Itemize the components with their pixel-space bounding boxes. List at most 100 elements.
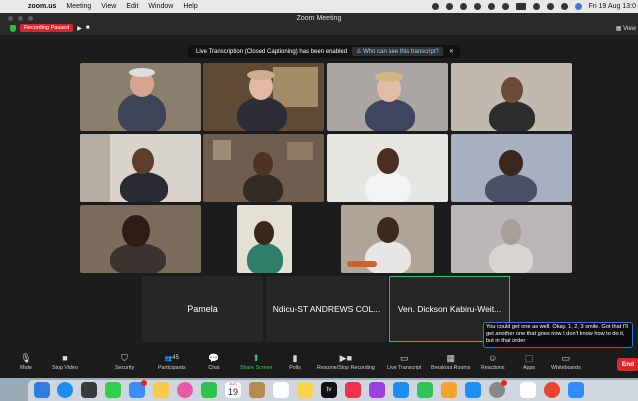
pages-icon[interactable] [441,382,457,398]
video-tile[interactable] [451,134,572,202]
menu-meeting[interactable]: Meeting [66,3,91,10]
messages-icon[interactable] [105,382,121,398]
polls-button[interactable]: ▮ Polls [289,353,301,372]
notification-badge [501,380,507,386]
bluetooth-icon[interactable] [501,3,509,10]
chrome-icon[interactable] [544,382,560,398]
menu-app-name[interactable]: zoom.us [28,3,56,10]
view-button-label: View [623,26,636,32]
apps-icon: ⬚ [524,352,534,363]
video-tile[interactable] [451,205,572,273]
numbers-icon[interactable] [417,382,433,398]
apps-button[interactable]: ⬚ Apps [523,352,535,372]
mail-icon[interactable] [129,380,147,398]
video-tile[interactable] [80,205,201,273]
search-icon[interactable] [546,3,554,10]
participant-name-tile[interactable]: Ndicu-ST ANDREWS COL... [266,276,387,342]
cc-icon: ▭ [399,352,409,363]
video-tile[interactable] [203,63,324,131]
sync-icon[interactable] [487,3,495,10]
participant-name: Ven. Dickson Kabiru-Weit... [397,304,502,314]
security-shield-icon: ⛉ [121,352,128,363]
calendar-icon[interactable]: AUG 19 [225,382,241,398]
siri-icon[interactable] [574,3,582,10]
live-transcript-button[interactable]: ▭ Live Transcript [387,352,422,372]
share-status-icon[interactable] [445,3,453,10]
meeting-toolbar: 🎙 Mute ■ Stop Video ⛉ Security 👥 45 Participa… [0,351,638,378]
reminders-icon[interactable] [273,382,289,398]
grid-icon: ▦ [446,352,455,363]
reactions-button[interactable]: ☺ Reactions [481,353,505,371]
whiteboards-label: Whiteboards [551,365,581,371]
maps-icon[interactable] [153,382,169,398]
video-tile[interactable] [341,205,434,273]
share-screen-label: Share Screen [240,365,273,371]
who-can-see-label: Who can see this transcript? [363,49,439,55]
notes-icon[interactable] [297,382,313,398]
vpn-icon[interactable] [473,3,481,10]
chat-bubble-icon: 💬 [208,352,220,363]
tv-app-icon[interactable]: tv [321,382,337,398]
close-banner-icon[interactable]: ✕ [449,48,454,55]
security-label: Security [115,365,135,371]
podcasts-icon[interactable] [369,382,385,398]
video-tile[interactable] [451,63,572,131]
menubar-clock[interactable]: Fri 19 Aug 13:0 [589,3,636,10]
launchpad-icon[interactable] [81,382,97,398]
puzzle-icon[interactable] [459,3,467,10]
menu-view[interactable]: View [101,3,116,10]
whiteboard-icon: ▭ [561,352,571,363]
end-meeting-button[interactable]: End [617,358,638,371]
mute-button[interactable]: 🎙 Mute [20,353,32,372]
acrobat-icon[interactable] [520,382,536,398]
video-tile[interactable] [80,63,201,131]
menu-window[interactable]: Window [148,3,173,10]
wifi-icon[interactable] [532,3,540,10]
live-transcript-label: Live Transcript [387,365,422,371]
whiteboards-button[interactable]: ▭ Whiteboards [551,352,581,372]
video-tile[interactable] [237,205,292,273]
app-store-icon[interactable] [465,382,481,398]
facetime-icon[interactable] [201,382,217,398]
keynote-icon[interactable] [393,382,409,398]
zoom-app-icon[interactable] [568,382,584,398]
share-screen-button[interactable]: ⬆ Share Screen [240,353,273,372]
transcription-message: Live Transcription (Closed Captioning) h… [196,48,348,55]
video-tile[interactable] [327,63,448,131]
view-button[interactable]: ▦ View [616,25,636,32]
zoom-status-icon[interactable] [431,3,439,10]
trash-icon[interactable] [600,382,616,398]
participants-button[interactable]: 👥 45 Participants [158,353,186,371]
menu-edit[interactable]: Edit [126,3,138,10]
video-tile[interactable] [203,134,324,202]
battery-icon[interactable] [515,3,526,10]
resume-stop-recording-button[interactable]: ▶■ Resume/Stop Recording [317,352,375,372]
system-preferences-icon[interactable] [489,380,507,398]
tv-label: tv [326,387,332,393]
finder-icon[interactable] [34,382,50,398]
music-icon[interactable] [345,382,361,398]
chat-button[interactable]: 💬 Chat [208,352,220,372]
stop-recording-button[interactable]: ■ [86,25,90,31]
grid-icon: ▦ [615,26,624,32]
notification-badge [141,380,147,386]
breakout-rooms-button[interactable]: ▦ Breakout Rooms [431,352,470,372]
participant-name-tile[interactable]: Pamela [142,276,263,342]
photos-icon[interactable] [177,382,193,398]
mute-label: Mute [20,365,32,371]
participant-name: Ndicu-ST ANDREWS COL... [272,304,381,314]
video-tile[interactable] [327,134,448,202]
safari-icon[interactable] [57,382,73,398]
security-button[interactable]: ⛉ Security [115,352,135,372]
menu-help[interactable]: Help [183,3,197,10]
control-center-icon[interactable] [560,3,568,10]
contacts-icon[interactable] [249,382,265,398]
menu-bar: zoom.us Meeting View Edit Window Help Fr… [0,0,638,13]
window-title: Zoom Meeting [296,15,342,22]
video-tile[interactable] [80,134,201,202]
resume-recording-button[interactable]: ▶ [77,25,82,32]
record-controls-icon: ▶■ [339,352,353,363]
stop-video-button[interactable]: ■ Stop Video [52,353,78,371]
who-can-see-transcript-button[interactable]: ♙ Who can see this transcript? [352,47,443,56]
participant-name: Pamela [187,304,218,314]
